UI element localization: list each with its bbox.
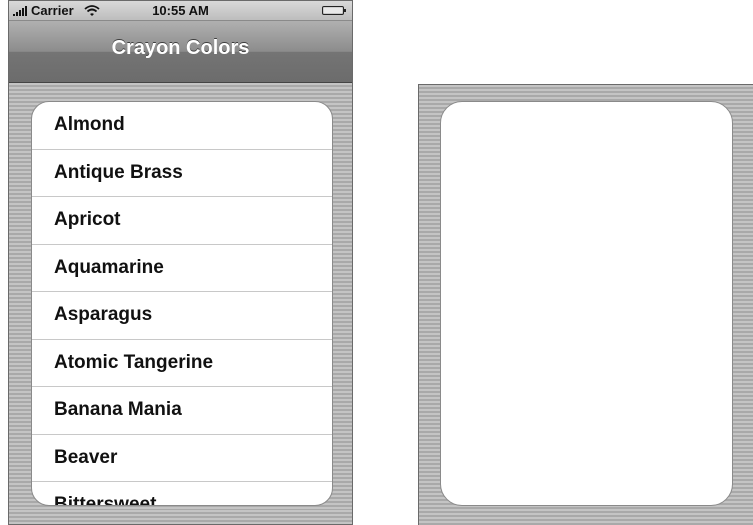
screenshot-canvas: Carrier 10:55 AM Crayon Colors Almond An… xyxy=(0,0,753,525)
list-item-label: Almond xyxy=(54,114,125,136)
list-background: Almond Antique Brass Apricot Aquamarine … xyxy=(9,83,352,524)
nav-title: Crayon Colors xyxy=(111,37,250,59)
list-item-banana-mania[interactable]: Banana Mania xyxy=(32,387,332,435)
list-item-label: Atomic Tangerine xyxy=(54,351,214,373)
status-time: 10:55 AM xyxy=(152,3,209,18)
list-item-bittersweet[interactable]: Bittersweet xyxy=(32,482,332,506)
crayon-color-list[interactable]: Almond Antique Brass Apricot Aquamarine … xyxy=(31,101,333,506)
list-item-beaver[interactable]: Beaver xyxy=(32,435,332,482)
list-item-label: Banana Mania xyxy=(54,399,182,421)
list-item-label: Asparagus xyxy=(54,304,153,326)
list-item-asparagus[interactable]: Asparagus xyxy=(32,292,332,340)
detail-screen xyxy=(418,84,753,525)
battery-icon xyxy=(322,6,346,15)
list-item-atomic-tangerine[interactable]: Atomic Tangerine xyxy=(32,340,332,387)
list-item-label: Apricot xyxy=(54,209,121,231)
list-screen: Carrier 10:55 AM Crayon Colors Almond An… xyxy=(8,0,353,525)
list-item-label: Beaver xyxy=(54,446,118,468)
list-item-aquamarine[interactable]: Aquamarine xyxy=(32,245,332,292)
list-bottom-edge xyxy=(9,510,352,524)
list-item-antique-brass[interactable]: Antique Brass xyxy=(32,150,332,197)
color-detail-card xyxy=(440,101,733,506)
list-item-almond[interactable]: Almond xyxy=(32,102,332,150)
list-item-label: Bittersweet xyxy=(54,494,157,506)
navigation-bar: Crayon Colors xyxy=(9,21,352,83)
list-item-apricot[interactable]: Apricot xyxy=(32,197,332,245)
status-bar: Carrier 10:55 AM xyxy=(9,1,352,21)
list-item-label: Aquamarine xyxy=(54,256,164,278)
list-item-label: Antique Brass xyxy=(54,161,183,183)
